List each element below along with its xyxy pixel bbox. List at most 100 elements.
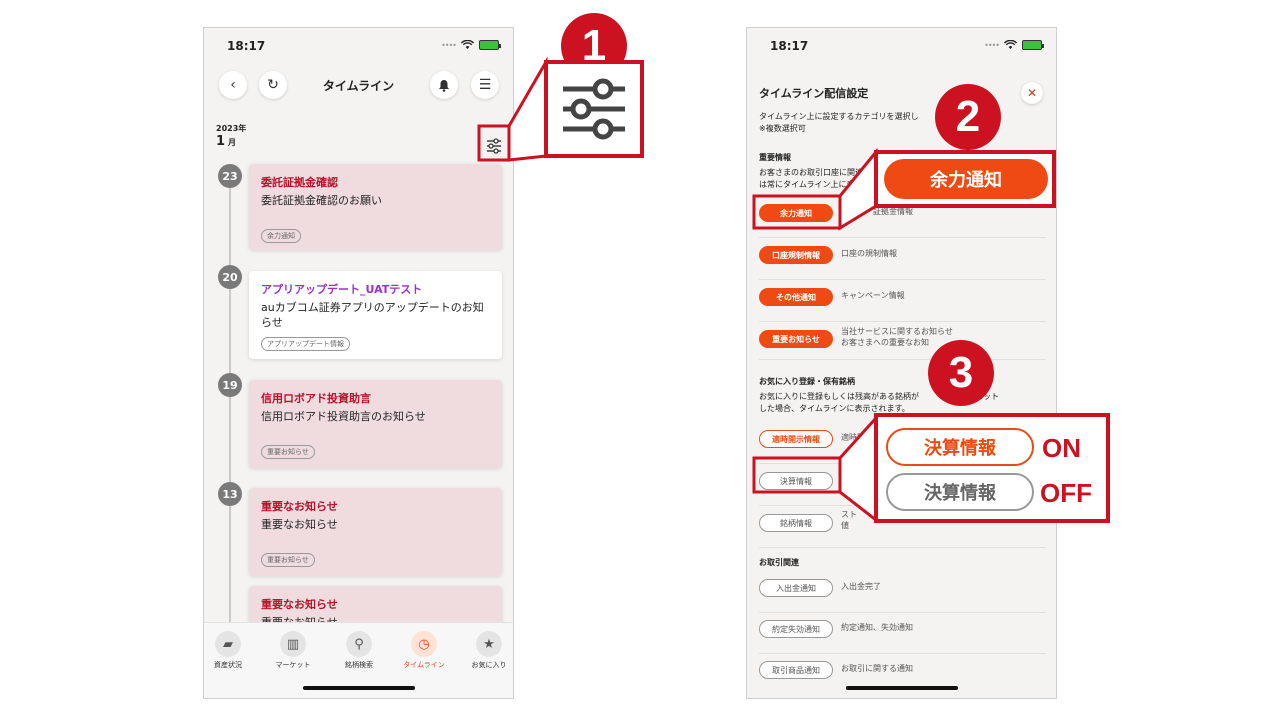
card-body: 信用ロボアド投資助言のお知らせ bbox=[261, 410, 426, 423]
card-title: 信用ロボアド投資助言 bbox=[261, 392, 371, 405]
timeline-phone: 18:17 •••• ‹ ↻ タイムライン ☰ 2023年 1月 23 委託証拠… bbox=[203, 27, 514, 699]
settings-description: タイムライン上に設定するカテゴリを選択し bbox=[759, 112, 919, 121]
status-time: 18:17 bbox=[770, 39, 809, 53]
settings-title: タイムライン配信設定 bbox=[759, 87, 869, 100]
date-year: 2023年 bbox=[216, 124, 247, 133]
day-badge: 23 bbox=[218, 164, 242, 188]
tab-search[interactable]: ⚲ 銘柄検索 bbox=[328, 631, 390, 670]
date-month-number: 1 bbox=[216, 134, 226, 149]
timeline-card[interactable]: 委託証拠金確認 委託証拠金確認のお願い 余力通知 bbox=[249, 164, 502, 250]
category-toggle[interactable]: その他通知 bbox=[759, 288, 833, 306]
callout-box: 決算情報 ON 決算情報 OFF bbox=[874, 413, 1110, 523]
yoryoku-toggle-zoom: 余力通知 bbox=[884, 159, 1048, 199]
category-toggle[interactable]: 決算情報 bbox=[759, 472, 833, 490]
date-month: 1月 bbox=[216, 134, 246, 149]
category-desc: 入出金完了 bbox=[841, 582, 881, 591]
bell-icon bbox=[439, 79, 449, 92]
wifi-icon bbox=[461, 40, 474, 50]
tab-market[interactable]: ▥ マーケット bbox=[262, 631, 324, 670]
tab-label: 銘柄検索 bbox=[345, 661, 373, 669]
tab-timeline[interactable]: ◷ タイムライン bbox=[393, 631, 455, 670]
category-toggle[interactable]: 約定失効通知 bbox=[759, 620, 833, 638]
timeline-card[interactable]: 重要なお知らせ 重要なお知らせ 重要お知らせ bbox=[249, 488, 502, 576]
status-icons: •••• bbox=[984, 40, 1044, 50]
day-badge: 19 bbox=[218, 373, 242, 397]
card-tag: アプリアップデート情報 bbox=[261, 336, 350, 351]
tab-label: タイムライン bbox=[403, 661, 445, 669]
tab-label: 資産状況 bbox=[214, 661, 242, 669]
category-desc: キャンペーン情報 bbox=[841, 291, 905, 300]
section-title: 重要情報 bbox=[759, 153, 791, 162]
tab-label: お気に入り bbox=[471, 661, 507, 669]
category-toggle[interactable]: 取引商品通知 bbox=[759, 661, 833, 679]
category-row: 約定失効通知 約定通知、失効通知 bbox=[759, 614, 1046, 654]
off-label: OFF bbox=[1040, 478, 1092, 508]
home-indicator bbox=[302, 686, 415, 690]
category-toggle[interactable]: 適時開示情報 bbox=[759, 430, 833, 448]
status-icons: •••• bbox=[441, 40, 501, 50]
tab-favorites[interactable]: ★ お気に入り bbox=[458, 631, 513, 670]
callout-box: 余力通知 bbox=[874, 150, 1056, 208]
status-bar: 18:17 •••• bbox=[747, 38, 1056, 56]
card-body: auカブコム証券アプリのアップデートのお知らせ bbox=[261, 301, 484, 329]
tab-label: マーケット bbox=[275, 661, 311, 669]
clock-icon: ◷ bbox=[411, 631, 437, 657]
close-button[interactable]: ✕ bbox=[1021, 82, 1043, 104]
category-toggle[interactable]: 銘柄情報 bbox=[759, 514, 833, 532]
category-row: その他通知 キャンペーン情報 bbox=[759, 282, 1046, 322]
tab-assets[interactable]: ▰ 資産状況 bbox=[204, 631, 259, 670]
category-desc: 約定通知、失効通知 bbox=[841, 623, 913, 632]
hamburger-icon: ☰ bbox=[478, 77, 492, 93]
timeline-card[interactable]: アプリアップデート_UATテスト auカブコム証券アプリのアップデートのお知らせ… bbox=[249, 271, 502, 359]
chart-icon: ▥ bbox=[280, 631, 306, 657]
battery-icon bbox=[479, 40, 501, 50]
date-month-unit: 月 bbox=[228, 138, 237, 147]
screenshot-stage: 18:17 •••• ‹ ↻ タイムライン ☰ 2023年 1月 23 委託証拠… bbox=[0, 0, 1280, 720]
wallet-icon: ▰ bbox=[215, 631, 241, 657]
close-icon: ✕ bbox=[1026, 86, 1038, 100]
card-body: 委託証拠金確認のお願い bbox=[261, 194, 382, 207]
signal-icon: •••• bbox=[984, 40, 1000, 50]
card-title: 委託証拠金確認 bbox=[261, 176, 338, 189]
filter-settings-icon bbox=[563, 78, 625, 140]
settings-phone: 18:17 •••• タイムライン配信設定 ✕ タイムライン上に設定するカテゴリ… bbox=[746, 27, 1057, 699]
tab-bar: ▰ 資産状況 ▥ マーケット ⚲ 銘柄検索 ◷ タイムライン ★ お気に入り bbox=[204, 622, 513, 698]
section-title: お取引関連 bbox=[759, 558, 799, 567]
category-desc: お取引に関する通知 bbox=[841, 664, 913, 673]
card-body: 重要なお知らせ bbox=[261, 518, 338, 531]
card-tag: 重要お知らせ bbox=[261, 552, 315, 567]
card-tag: 余力通知 bbox=[261, 228, 301, 243]
battery-icon bbox=[1022, 40, 1044, 50]
status-bar: 18:17 •••• bbox=[204, 38, 513, 56]
filter-settings-icon[interactable] bbox=[483, 135, 505, 157]
menu-button[interactable]: ☰ bbox=[471, 71, 499, 99]
kessan-toggle-on-zoom: 決算情報 bbox=[886, 428, 1034, 466]
status-time: 18:17 bbox=[227, 39, 266, 53]
kessan-toggle-off-zoom: 決算情報 bbox=[886, 473, 1034, 511]
section-desc-part: お気に入りに登録もしくは残高がある銘柄が bbox=[759, 392, 919, 401]
card-tag: 重要お知らせ bbox=[261, 444, 315, 459]
category-toggle[interactable]: 余力通知 bbox=[759, 204, 833, 222]
notification-button[interactable] bbox=[430, 71, 458, 99]
card-title: アプリアップデート_UATテスト bbox=[261, 283, 423, 296]
wifi-icon bbox=[1004, 40, 1017, 50]
category-row: 口座規制情報 口座の規制情報 bbox=[759, 240, 1046, 280]
category-row: 入出金通知 入出金完了 bbox=[759, 573, 1046, 613]
page-title: タイムライン bbox=[322, 79, 395, 93]
section-desc: お気に入りに登録もしくは残高がある銘柄がゴリにてヒット bbox=[759, 391, 1049, 403]
home-indicator bbox=[845, 686, 958, 690]
category-desc-line: 当社サービスに関するお知らせ bbox=[841, 327, 953, 336]
category-toggle[interactable]: 重要お知らせ bbox=[759, 330, 833, 348]
step-number-badge: 3 bbox=[928, 340, 994, 406]
day-badge: 13 bbox=[218, 482, 242, 506]
timeline-card[interactable]: 信用ロボアド投資助言 信用ロボアド投資助言のお知らせ 重要お知らせ bbox=[249, 380, 502, 468]
star-icon: ★ bbox=[476, 631, 502, 657]
category-toggle[interactable]: 口座規制情報 bbox=[759, 246, 833, 264]
signal-icon: •••• bbox=[441, 40, 457, 50]
card-title: 重要なお知らせ bbox=[261, 500, 338, 513]
section-title: お気に入り登録・保有銘柄 bbox=[759, 377, 855, 386]
step-number-badge: 2 bbox=[935, 84, 1001, 150]
on-label: ON bbox=[1042, 433, 1081, 463]
category-toggle[interactable]: 入出金通知 bbox=[759, 579, 833, 597]
settings-note: ※複数選択可 bbox=[759, 124, 806, 133]
